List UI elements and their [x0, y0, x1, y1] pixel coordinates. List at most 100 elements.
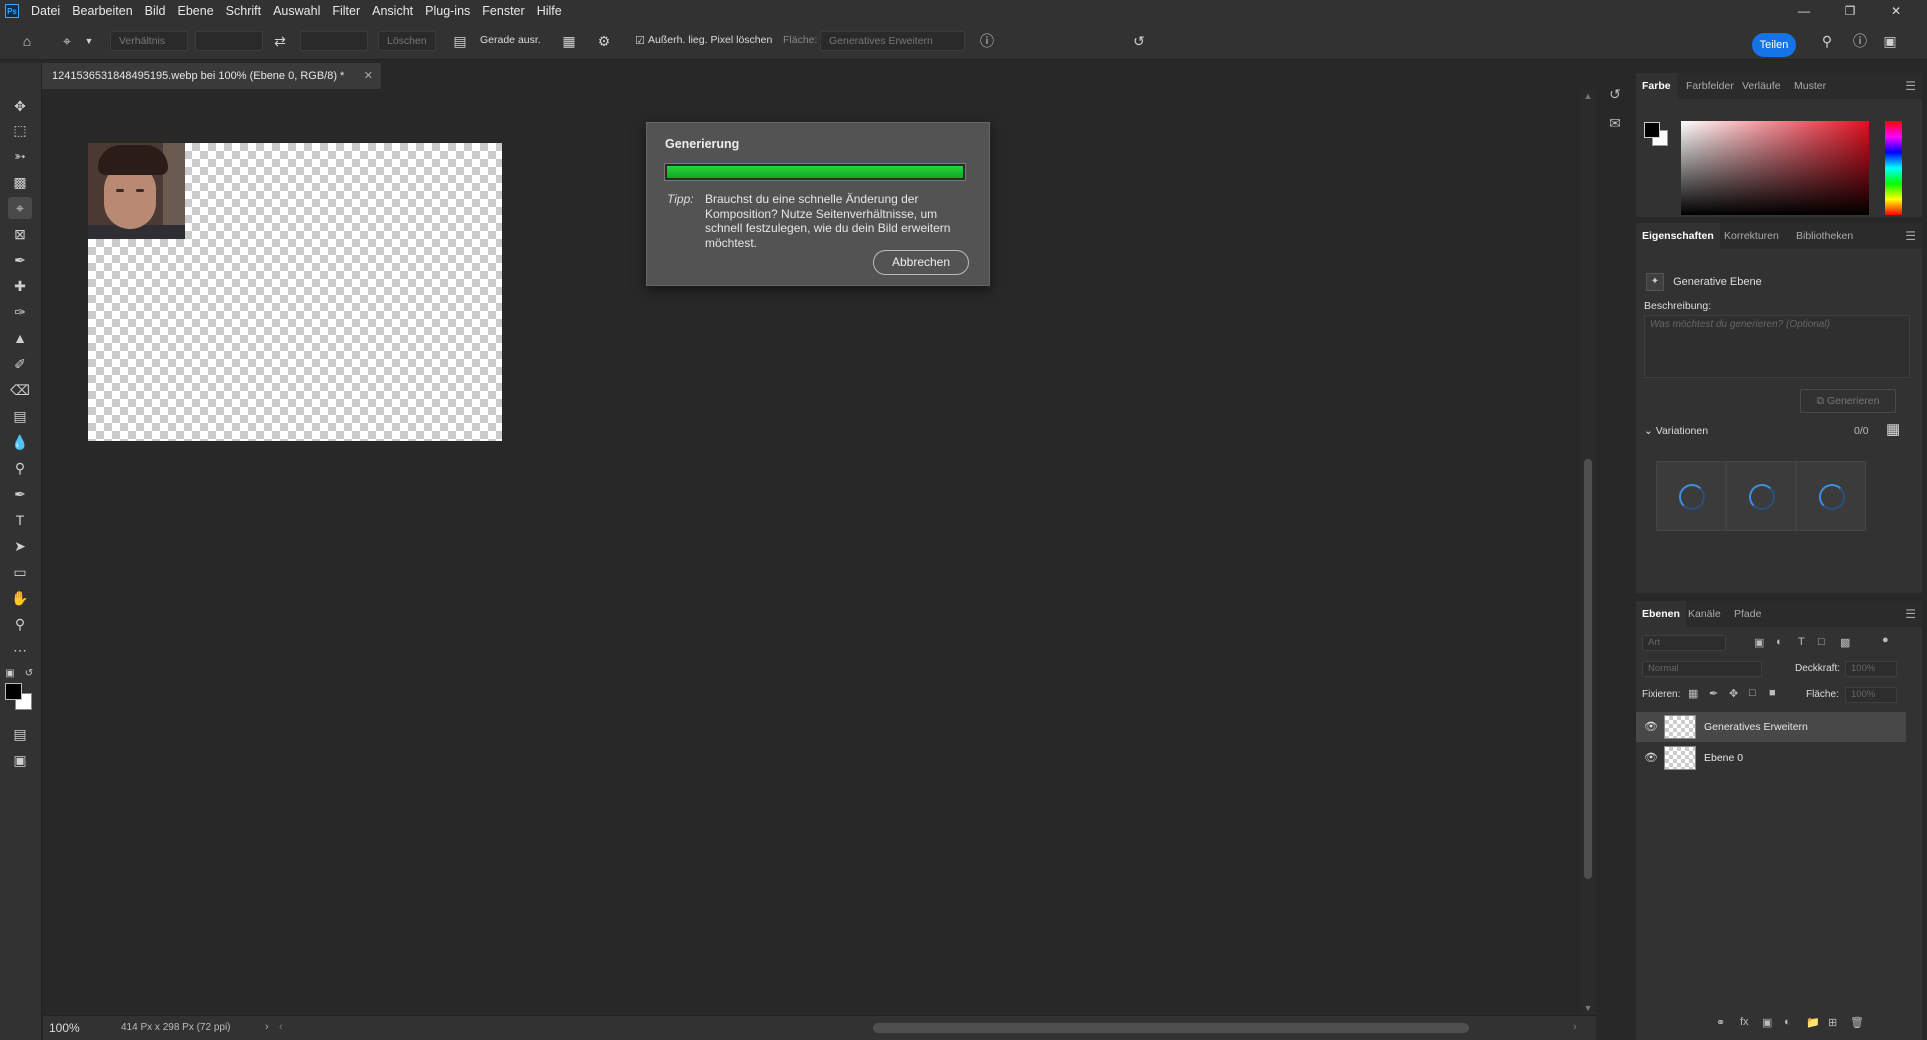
chevron-right-icon[interactable]: › — [265, 1021, 269, 1033]
move-tool-icon[interactable]: ✥ — [8, 95, 32, 117]
tab-properties[interactable]: Eigenschaften — [1636, 223, 1720, 249]
hue-slider[interactable] — [1885, 121, 1902, 215]
hand-tool-icon[interactable]: ✋ — [8, 587, 32, 609]
more-tools-icon[interactable]: ⋯ — [8, 639, 32, 661]
generate-button[interactable]: ⧉ Generieren — [1800, 389, 1896, 413]
tab-adjustments[interactable]: Korrekturen — [1718, 223, 1785, 249]
opacity-field[interactable]: 100% — [1845, 661, 1897, 677]
menu-layer[interactable]: Ebene — [172, 0, 220, 22]
layer-row[interactable]: 👁 Generatives Erweitern — [1636, 712, 1906, 742]
filter-adjustment-icon[interactable]: ◐ — [1776, 636, 1783, 648]
variation-tile[interactable] — [1796, 461, 1866, 531]
foreground-swatch[interactable] — [1644, 122, 1660, 138]
layer-mask-icon[interactable]: ▣ — [1762, 1016, 1772, 1029]
new-group-icon[interactable]: 📁 — [1806, 1016, 1820, 1029]
workspace-icon[interactable]: ▣ — [1880, 31, 1900, 51]
grid-view-icon[interactable]: ▦ — [1886, 420, 1900, 438]
tab-paths[interactable]: Pfade — [1728, 601, 1767, 627]
blend-mode-select[interactable]: Normal — [1642, 661, 1762, 677]
filter-toggle-icon[interactable]: ● — [1882, 634, 1889, 646]
marquee-tool-icon[interactable]: ⬚ — [8, 119, 32, 141]
close-icon[interactable]: ✕ — [364, 63, 373, 89]
close-icon[interactable]: ✕ — [1873, 0, 1919, 22]
variation-tile[interactable] — [1726, 461, 1796, 531]
straighten-icon[interactable]: ▤ — [450, 31, 470, 51]
history-icon[interactable]: ↺ — [1605, 86, 1625, 106]
panel-menu-icon[interactable]: ☰ — [1905, 229, 1916, 243]
help-icon[interactable]: ⓘ — [1850, 31, 1870, 51]
restore-icon[interactable]: ❐ — [1827, 0, 1873, 22]
checkbox-checked-icon[interactable]: ☑ — [630, 31, 650, 51]
zoom-tool-icon[interactable]: ⚲ — [8, 613, 32, 635]
panel-menu-icon[interactable]: ☰ — [1905, 607, 1916, 621]
menu-filter[interactable]: Filter — [326, 0, 366, 22]
info-icon[interactable]: ⓘ — [977, 31, 997, 51]
menu-file[interactable]: Datei — [25, 0, 66, 22]
color-picker-field[interactable] — [1681, 121, 1869, 215]
fill-field[interactable]: 100% — [1845, 687, 1897, 703]
ratio-select[interactable]: Verhältnis — [110, 31, 188, 51]
scroll-up-icon[interactable]: ▲ — [1580, 91, 1596, 101]
lasso-tool-icon[interactable]: ➳ — [8, 145, 32, 167]
comments-icon[interactable]: ✉ — [1605, 115, 1625, 135]
height-field[interactable] — [300, 31, 368, 51]
gear-icon[interactable]: ⚙ — [594, 31, 614, 51]
history-brush-tool-icon[interactable]: ✐ — [8, 353, 32, 375]
lock-all-icon[interactable]: ■ — [1769, 687, 1776, 699]
chevron-down-icon[interactable]: ▼ — [79, 31, 99, 51]
tab-patterns[interactable]: Muster — [1788, 73, 1832, 99]
filter-type-icon[interactable]: T — [1798, 636, 1805, 648]
tab-swatches[interactable]: Farbfelder — [1680, 73, 1740, 99]
menu-select[interactable]: Auswahl — [267, 0, 326, 22]
visibility-eye-icon[interactable]: 👁 — [1644, 720, 1658, 733]
zoom-level[interactable]: 100% — [49, 1021, 80, 1035]
pen-tool-icon[interactable]: ✒ — [8, 483, 32, 505]
brush-tool-icon[interactable]: ✑ — [8, 301, 32, 323]
tab-channels[interactable]: Kanäle — [1682, 601, 1727, 627]
panel-menu-icon[interactable]: ☰ — [1905, 79, 1916, 93]
new-layer-icon[interactable]: ⊞ — [1828, 1016, 1837, 1029]
width-field[interactable] — [195, 31, 263, 51]
adjustment-layer-icon[interactable]: ◐ — [1784, 1016, 1791, 1028]
eraser-tool-icon[interactable]: ⌫ — [8, 379, 32, 401]
screen-mode-icon[interactable]: ▣ — [8, 749, 32, 771]
vertical-scroll-thumb[interactable] — [1584, 459, 1592, 879]
menu-view[interactable]: Ansicht — [366, 0, 419, 22]
frame-tool-icon[interactable]: ⊠ — [8, 223, 32, 245]
visibility-eye-icon[interactable]: 👁 — [1644, 751, 1658, 764]
description-input[interactable]: Was möchtest du generieren? (Optional) — [1644, 315, 1910, 378]
gradient-tool-icon[interactable]: ▤ — [8, 405, 32, 427]
filter-pixel-icon[interactable]: ▣ — [1754, 636, 1764, 649]
foreground-color-swatch[interactable] — [5, 683, 22, 700]
home-icon[interactable]: ⌂ — [17, 31, 37, 51]
eyedropper-tool-icon[interactable]: ✒ — [8, 249, 32, 271]
minimize-icon[interactable]: — — [1781, 0, 1827, 22]
layer-filter-input[interactable]: Art — [1642, 635, 1726, 651]
crop-tool-icon[interactable]: ⌖ — [57, 31, 77, 51]
lock-position-icon[interactable]: ✥ — [1729, 687, 1738, 700]
menu-edit[interactable]: Bearbeiten — [66, 0, 138, 22]
menu-plugins[interactable]: Plug-ins — [419, 0, 476, 22]
blur-tool-icon[interactable]: 💧 — [8, 431, 32, 453]
menu-image[interactable]: Bild — [139, 0, 172, 22]
straighten-button[interactable]: Gerade ausr. — [480, 34, 541, 46]
menu-help[interactable]: Hilfe — [531, 0, 568, 22]
search-icon[interactable]: ⚲ — [1817, 31, 1837, 51]
type-tool-icon[interactable]: T — [8, 509, 32, 531]
delete-cropped-pixels-label[interactable]: Außerh. lieg. Pixel löschen — [648, 34, 772, 46]
default-colors-icon[interactable]: ▣ — [2, 663, 18, 685]
cancel-button[interactable]: Abbrechen — [873, 250, 969, 275]
swap-icon[interactable]: ⇄ — [270, 31, 290, 51]
horizontal-scroll-thumb[interactable] — [873, 1023, 1469, 1033]
layer-effects-icon[interactable]: fx — [1740, 1016, 1749, 1028]
scroll-right-icon[interactable]: › — [1573, 1021, 1577, 1033]
object-select-tool-icon[interactable]: ▩ — [8, 171, 32, 193]
crop-tool-icon[interactable]: ⌖ — [8, 197, 32, 219]
lock-transparency-icon[interactable]: ▦ — [1688, 687, 1698, 700]
document-tab[interactable]: 1241536531848495195.webp bei 100% (Ebene… — [42, 63, 381, 89]
delete-layer-icon[interactable]: 🗑 — [1850, 1016, 1864, 1029]
clone-stamp-tool-icon[interactable]: ▲ — [8, 327, 32, 349]
quick-mask-icon[interactable]: ▤ — [8, 723, 32, 745]
menu-window[interactable]: Fenster — [476, 0, 530, 22]
lock-image-icon[interactable]: ✒ — [1709, 687, 1718, 700]
